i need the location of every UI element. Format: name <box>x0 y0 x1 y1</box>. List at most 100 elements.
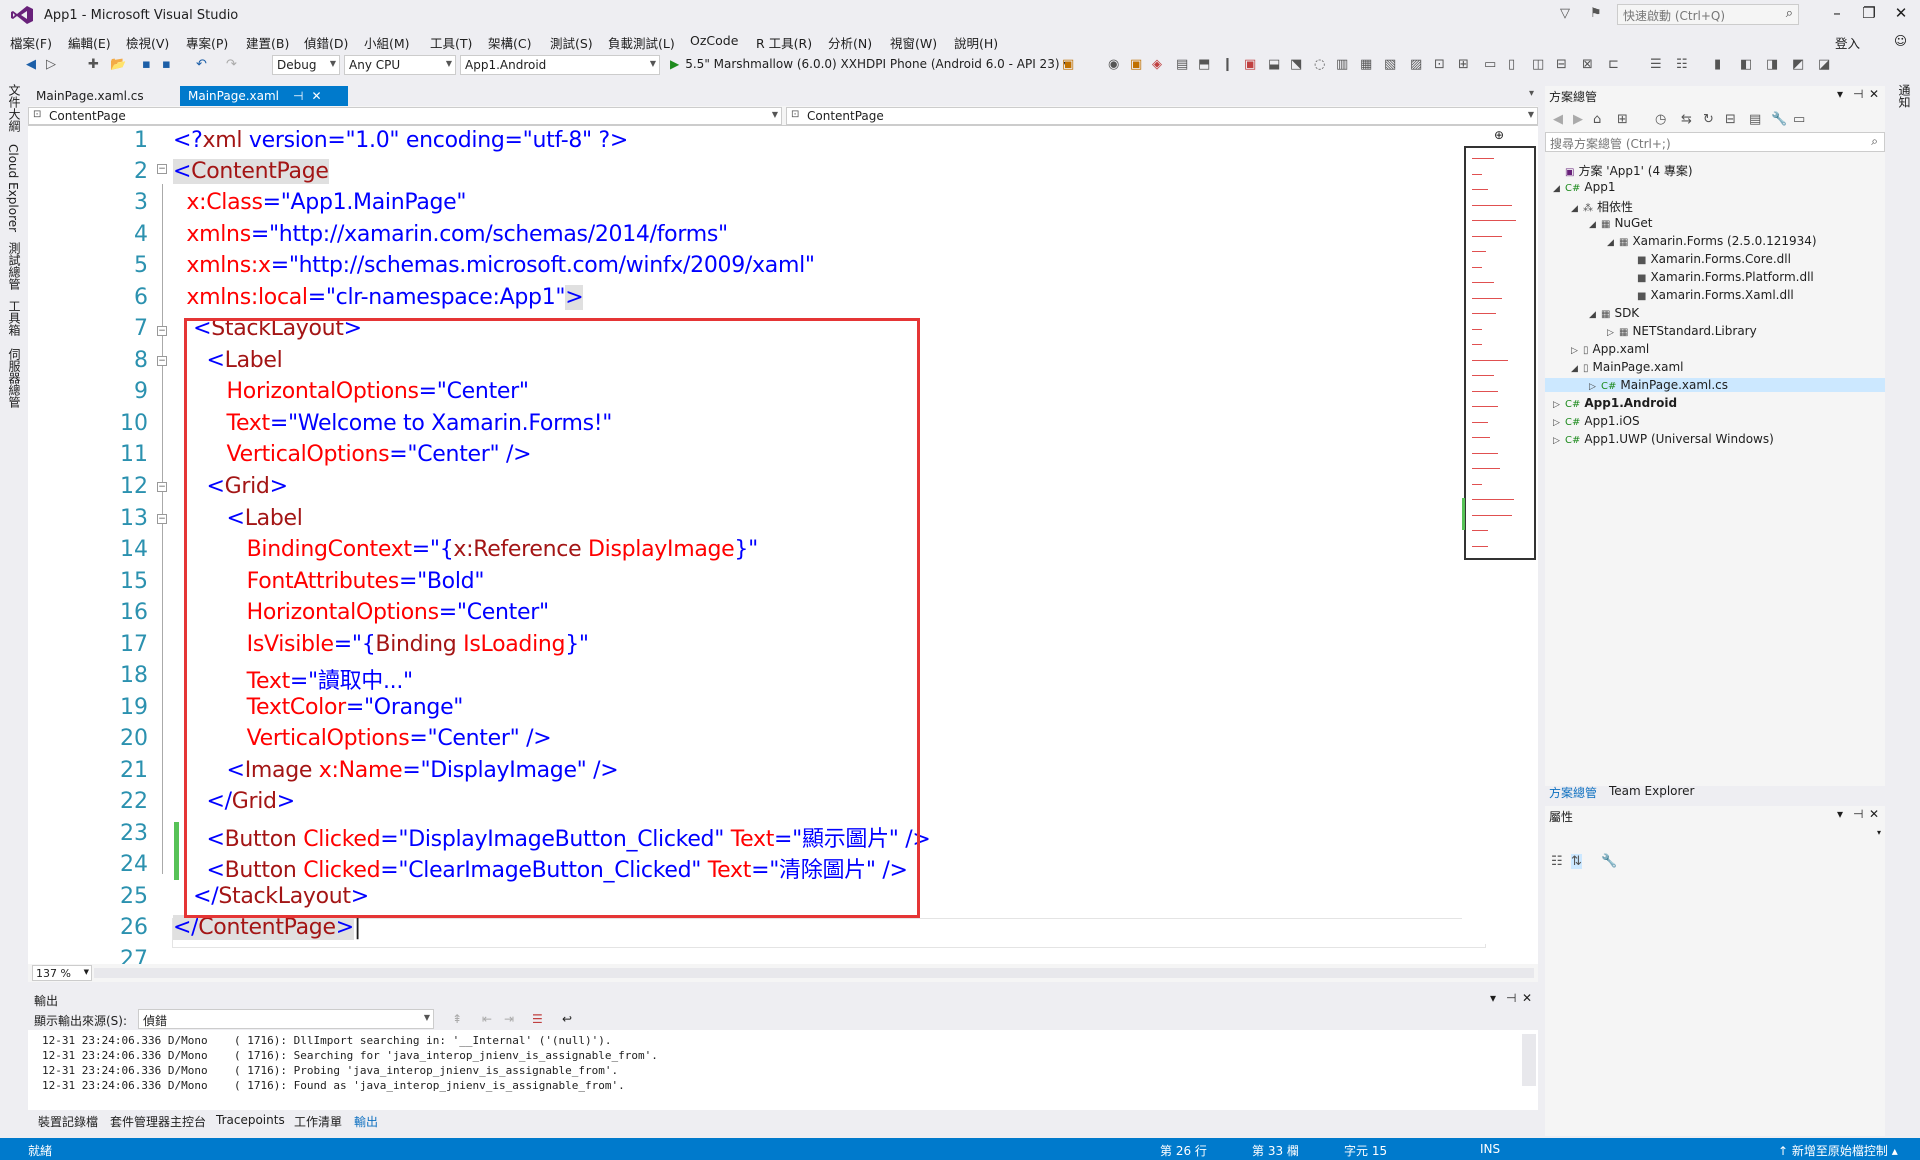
next-message-icon[interactable]: ⇥ <box>504 1012 514 1026</box>
tab-tracepoints[interactable]: Tracepoints <box>216 1113 285 1127</box>
sign-in-link[interactable]: 登入 <box>1835 33 1860 52</box>
new-project-icon[interactable]: ✚ <box>88 57 99 72</box>
menu-ozcode[interactable]: OzCode <box>690 33 738 48</box>
clear-all-icon[interactable]: ☰ <box>532 1012 543 1026</box>
collapse-icon[interactable]: − <box>157 164 167 174</box>
toolbar-action-icon[interactable]: ◈ <box>1152 57 1162 72</box>
toolbar-action-icon[interactable]: ⊟ <box>1556 57 1567 72</box>
close-icon[interactable]: ✕ <box>1522 991 1532 1005</box>
split-icon[interactable]: ⊕ <box>1494 128 1504 142</box>
toolbar-action-icon[interactable]: ▣ <box>1244 57 1256 72</box>
tab-task-list[interactable]: 工作清單 <box>294 1113 342 1130</box>
toolbar-action-icon[interactable]: ▣ <box>1062 57 1074 72</box>
tree-item-xamarin-forms[interactable]: ◢ ▦ Xamarin.Forms (2.5.0.121934) <box>1607 234 1817 248</box>
window-position-icon[interactable]: ▾ <box>1837 87 1843 101</box>
tree-item-app1-ios[interactable]: ▷ C# App1.iOS <box>1553 414 1640 428</box>
cloud-explorer-tab[interactable]: Cloud Explorer <box>6 144 20 232</box>
close-button[interactable]: ✕ <box>1886 4 1916 22</box>
categorized-icon[interactable]: ☷ <box>1551 854 1563 869</box>
home-icon[interactable]: ⌂ <box>1593 112 1601 127</box>
horizontal-scrollbar[interactable] <box>94 968 1534 978</box>
startup-project-select[interactable]: App1.Android ▼ <box>460 55 660 75</box>
tree-item-sdk[interactable]: ◢ ▦ SDK <box>1589 306 1639 320</box>
tree-item-app1-android[interactable]: ▷ C# App1.Android <box>1553 396 1677 410</box>
tab-mainpage-xaml[interactable]: MainPage.xaml ⊣ ✕ <box>180 86 348 106</box>
toolbar-action-icon[interactable]: ⬔ <box>1290 57 1302 72</box>
tab-package-manager-console[interactable]: 套件管理器主控台 <box>110 1113 206 1130</box>
solution-config-select[interactable]: Debug ▼ <box>272 55 340 75</box>
server-explorer-tab[interactable]: 伺服器總管 <box>6 348 23 408</box>
menu-file[interactable]: 檔案(F) <box>10 33 52 52</box>
toolbar-action-icon[interactable]: ▭ <box>1484 57 1496 72</box>
tab-solution-explorer[interactable]: 方案總管 <box>1549 784 1597 801</box>
menu-load-test[interactable]: 負載測試(L) <box>608 33 675 52</box>
toolbar-action-icon[interactable]: ▨ <box>1410 57 1422 72</box>
nav-right-select[interactable]: ⊡ ContentPage ▼ <box>786 107 1538 125</box>
quick-launch-input[interactable]: 快速啟動 (Ctrl+Q) ⌕ <box>1617 4 1799 25</box>
menu-project[interactable]: 專案(P) <box>186 33 228 52</box>
toolbar-action-icon[interactable]: ☰ <box>1650 57 1662 72</box>
find-message-icon[interactable]: ⇞ <box>452 1012 462 1026</box>
undo-icon[interactable]: ↶ <box>196 57 207 72</box>
tree-item-dependencies[interactable]: ◢ ⁂ 相依性 <box>1571 198 1633 215</box>
properties-icon[interactable]: 🔧 <box>1771 112 1787 127</box>
feedback-icon[interactable]: ⚑ <box>1590 6 1602 21</box>
collapse-all-icon[interactable]: ⊟ <box>1725 112 1736 127</box>
pin-icon[interactable]: ⊣ <box>293 89 303 103</box>
tab-device-log[interactable]: 裝置記錄檔 <box>38 1113 98 1130</box>
pending-changes-icon[interactable]: ◷ <box>1655 112 1666 127</box>
toolbar-action-icon[interactable]: ⬓ <box>1268 57 1280 72</box>
back-icon[interactable]: ◀ <box>26 57 36 72</box>
output-vertical-scrollbar[interactable] <box>1522 1034 1536 1086</box>
open-file-icon[interactable]: 📂 <box>110 57 126 72</box>
collapse-icon[interactable]: − <box>157 356 167 366</box>
restore-button[interactable]: ❐ <box>1854 4 1884 22</box>
tree-item-mainpage-xaml-cs[interactable]: ▷ C# MainPage.xaml.cs <box>1545 378 1885 392</box>
toolbar-action-icon[interactable]: ◌ <box>1314 57 1325 72</box>
menu-analyze[interactable]: 分析(N) <box>828 33 872 52</box>
toolbar-action-icon[interactable]: ▥ <box>1336 57 1348 72</box>
save-all-icon[interactable]: ▪ <box>162 57 171 72</box>
toolbar-action-icon[interactable]: ◩ <box>1792 57 1804 72</box>
toolbar-action-icon[interactable]: ⊏ <box>1608 57 1619 72</box>
toolbar-action-icon[interactable]: ◫ <box>1532 57 1544 72</box>
document-outline-tab[interactable]: 文件大綱 <box>6 84 23 132</box>
close-icon[interactable]: ✕ <box>1869 87 1879 101</box>
menu-r-tools[interactable]: R 工具(R) <box>756 33 812 52</box>
show-all-files-icon[interactable]: ▤ <box>1749 112 1761 127</box>
word-wrap-icon[interactable]: ↩ <box>562 1012 572 1026</box>
tree-item-app1-uwp[interactable]: ▷ C# App1.UWP (Universal Windows) <box>1553 432 1774 446</box>
refresh-icon[interactable]: ↻ <box>1703 112 1714 127</box>
menu-help[interactable]: 說明(H) <box>954 33 998 52</box>
switch-views-icon[interactable]: ⊞ <box>1617 112 1628 127</box>
solution-search-input[interactable]: 搜尋方案總管 (Ctrl+;) ⌕ <box>1545 132 1885 152</box>
tree-item-solution[interactable]: ▣ 方案 'App1' (4 專案) <box>1553 162 1693 179</box>
menu-debug[interactable]: 偵錯(D) <box>304 33 348 52</box>
filter-icon[interactable]: ▽ <box>1560 6 1570 21</box>
save-icon[interactable]: ▪ <box>142 57 151 72</box>
minimap-viewport[interactable] <box>1464 146 1536 560</box>
menu-architecture[interactable]: 架構(C) <box>488 33 531 52</box>
collapse-icon[interactable]: − <box>157 482 167 492</box>
source-control-button[interactable]: ↑ 新增至原始檔控制 ▴ <box>1778 1142 1898 1159</box>
menu-team[interactable]: 小組(M) <box>364 33 410 52</box>
alphabetical-icon[interactable]: ⇅ <box>1571 854 1582 869</box>
test-explorer-tab[interactable]: 測試總管 <box>6 242 23 290</box>
toolbar-action-icon[interactable]: ◨ <box>1766 57 1778 72</box>
toolbar-action-icon[interactable]: ◪ <box>1818 57 1830 72</box>
toolbar-action-icon[interactable]: ▣ <box>1130 57 1142 72</box>
toolbar-action-icon[interactable]: ⊞ <box>1458 57 1469 72</box>
menu-tools[interactable]: 工具(T) <box>430 33 472 52</box>
preview-icon[interactable]: ▭ <box>1793 112 1805 127</box>
menu-view[interactable]: 檢視(V) <box>126 33 169 52</box>
toolbar-action-icon[interactable]: ▯ <box>1508 57 1515 72</box>
prev-message-icon[interactable]: ⇤ <box>482 1012 492 1026</box>
forward-icon[interactable]: ▶ <box>1573 112 1583 127</box>
code-editor[interactable]: 1 2 3 4 5 6 7 8 9 10 11 12 13 14 15 16 17 18 19 20 21 22 23 24 2… <box>28 126 1538 964</box>
tab-team-explorer[interactable]: Team Explorer <box>1609 784 1695 798</box>
menu-test[interactable]: 測試(S) <box>550 33 593 52</box>
window-position-icon[interactable]: ▾ <box>1490 991 1496 1005</box>
tree-item-app-xaml[interactable]: ▷ ▯ App.xaml <box>1571 342 1649 356</box>
tab-mainpage-xaml-cs[interactable]: MainPage.xaml.cs <box>28 86 152 106</box>
toolbar-action-icon[interactable]: ⬒ <box>1198 57 1210 72</box>
